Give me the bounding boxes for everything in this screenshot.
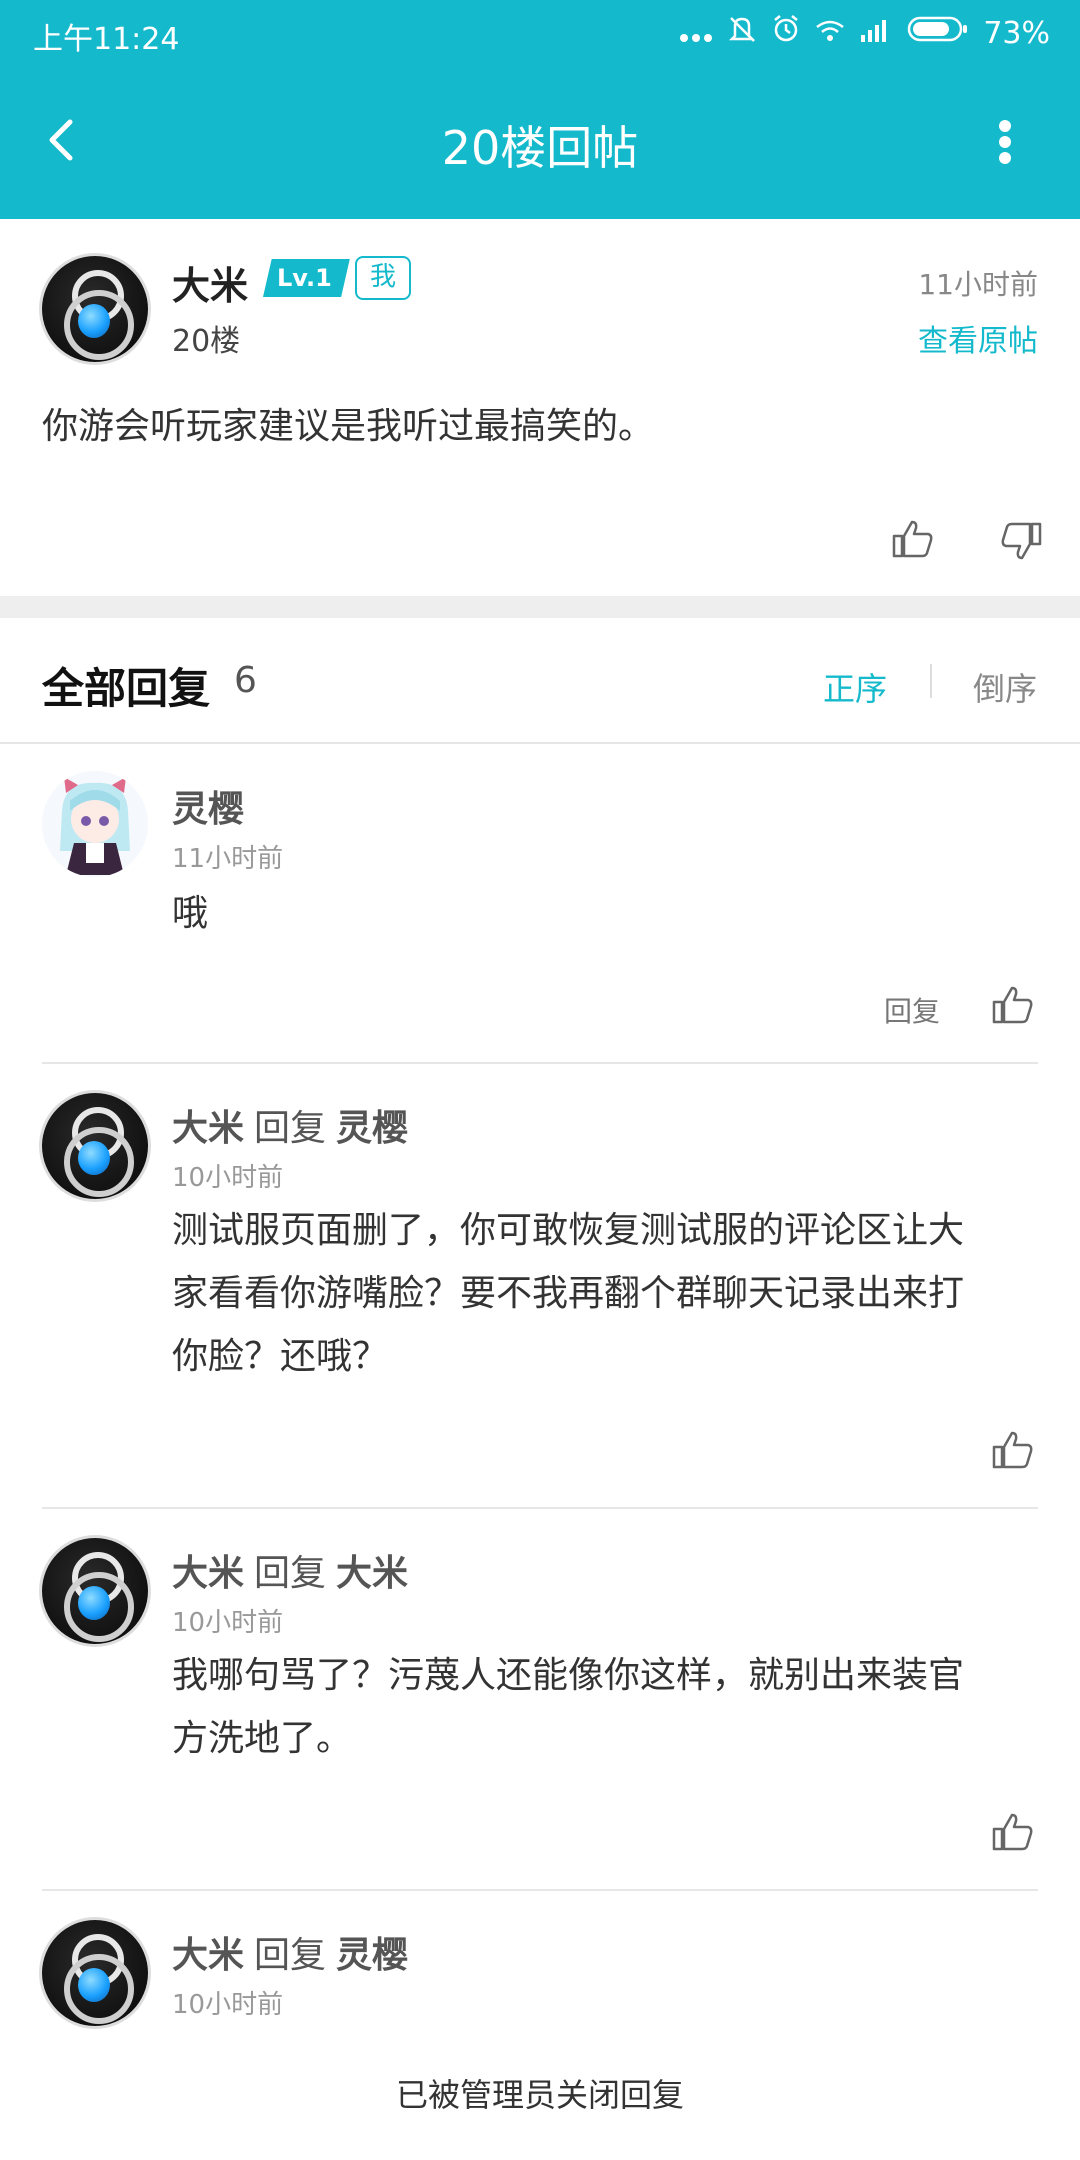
thumbs-up-icon[interactable]: [990, 982, 1034, 1026]
status-icons: 73%: [679, 14, 1050, 52]
sort-descending-tab[interactable]: 倒序: [973, 664, 1037, 710]
avatar[interactable]: [42, 256, 148, 362]
me-badge: 我: [355, 256, 411, 300]
reply-time: 10小时前: [172, 1163, 284, 1193]
divider: [0, 742, 1080, 744]
reply-text: 测试服页面删了，你可敢恢复测试服的评论区让大 家看看你游嘴脸？要不我再翻个群聊天…: [172, 1199, 1032, 1388]
reply-text: 我哪句骂了？污蔑人还能像你这样，就别出来装官 方洗地了。: [172, 1644, 1032, 1770]
divider: [42, 1062, 1038, 1064]
reply-action: 回复: [254, 1108, 327, 1149]
reply-text-line: 家看看你游嘴脸？要不我再翻个群聊天记录出来打: [172, 1273, 965, 1314]
reply-username[interactable]: 灵樱: [172, 780, 244, 832]
reply-text-line: 测试服页面删了，你可敢恢复测试服的评论区让大: [172, 1210, 965, 1251]
post-content: 你游会听玩家建议是我听过最搞笑的。: [42, 406, 655, 447]
reply-text-line: 你脸？还哦？: [172, 1336, 389, 1377]
wifi-icon: [815, 16, 845, 51]
thumbs-up-icon[interactable]: [990, 1427, 1034, 1471]
reply-action: 回复: [254, 1935, 327, 1976]
more-vertical-icon[interactable]: [985, 112, 1025, 172]
replies-closed-notice: 已被管理员关闭回复: [395, 2076, 684, 2114]
thumbs-up-icon[interactable]: [990, 1809, 1034, 1853]
battery-percent: 73%: [983, 15, 1050, 51]
reply-target-user[interactable]: 大米: [336, 1553, 408, 1594]
avatar[interactable]: [42, 771, 148, 877]
reply-button[interactable]: 回复: [884, 990, 940, 1030]
sort-ascending-tab[interactable]: 正序: [823, 664, 887, 710]
sort-divider: [930, 664, 932, 698]
replies-count: 6: [234, 660, 257, 701]
post-username[interactable]: 大米: [172, 255, 248, 310]
reply-target-user[interactable]: 灵樱: [336, 1108, 408, 1149]
more-dots-icon: [679, 16, 713, 51]
view-original-link[interactable]: 查看原帖: [918, 316, 1038, 360]
reply-time: 11小时前: [172, 844, 284, 874]
section-divider: [0, 596, 1080, 618]
reply-text-line: 方洗地了。: [172, 1718, 353, 1759]
avatar[interactable]: [42, 1920, 148, 2026]
signal-icon: [859, 16, 893, 51]
floor-number: 20楼: [172, 324, 241, 359]
avatar[interactable]: [42, 1093, 148, 1199]
reply-target-user[interactable]: 灵樱: [336, 1935, 408, 1976]
level-badge: Lv.1: [263, 259, 350, 297]
alarm-icon: [771, 14, 801, 52]
reply-time: 10小时前: [172, 1990, 284, 2020]
replies-title: 全部回复: [42, 664, 211, 713]
mute-icon: [727, 14, 757, 52]
reply-action: 回复: [254, 1553, 327, 1594]
reply-text-line: 我哪句骂了？污蔑人还能像你这样，就别出来装官: [172, 1655, 965, 1696]
reply-username[interactable]: 大米: [172, 1935, 244, 1976]
status-time: 上午11:24: [33, 22, 180, 57]
page-title: 20楼回帖: [441, 121, 639, 175]
reply-header: 大米 回复 灵樱: [172, 1926, 408, 1978]
reply-text: 哦: [172, 893, 209, 934]
reply-header: 大米 回复 灵樱: [172, 1099, 408, 1151]
reply-time: 10小时前: [172, 1608, 284, 1638]
divider: [42, 1889, 1038, 1891]
status-bar: 上午11:24 73%: [0, 0, 1080, 67]
avatar[interactable]: [42, 1538, 148, 1644]
divider: [42, 1507, 1038, 1509]
battery-icon: [907, 15, 969, 51]
reply-username[interactable]: 大米: [172, 1108, 244, 1149]
thumbs-up-icon[interactable]: [890, 516, 934, 560]
post-time: 11小时前: [918, 268, 1038, 301]
thumbs-down-icon[interactable]: [1000, 520, 1044, 564]
reply-header: 大米 回复 大米: [172, 1544, 408, 1596]
reply-username[interactable]: 大米: [172, 1553, 244, 1594]
